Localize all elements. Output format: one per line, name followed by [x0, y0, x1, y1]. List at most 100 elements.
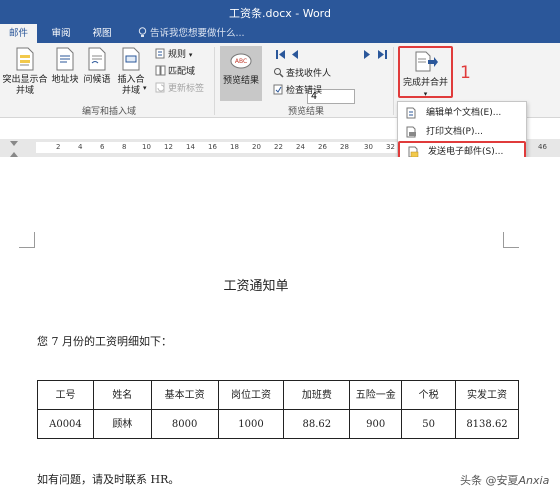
- salary-table: 工号 姓名 基本工资 岗位工资 加班费 五险一金 个税 实发工资 A0004 顾…: [37, 380, 519, 439]
- document-canvas[interactable]: [0, 157, 560, 499]
- ruler-tick: 10: [142, 143, 151, 151]
- search-icon: [274, 68, 284, 78]
- previous-record-icon[interactable]: [291, 49, 299, 61]
- menu-item-print-documents[interactable]: 打印文档(P)...: [398, 123, 526, 141]
- indent-marker-icon[interactable]: [10, 141, 18, 157]
- table-cell: 8000: [150, 409, 219, 439]
- finish-merge-menu: 编辑单个文档(E)... 打印文档(P)... 发送电子邮件(S)...: [397, 101, 527, 164]
- menu-item-label: 发送电子邮件(S)...: [428, 147, 504, 157]
- ruler-tick: 46: [538, 143, 547, 151]
- check-errors-button[interactable]: 检查错误: [273, 84, 322, 97]
- address-block-label: 地址块: [51, 75, 79, 85]
- rules-label: 规则: [168, 50, 187, 60]
- table-cell: 900: [349, 409, 403, 439]
- match-fields-icon: [155, 65, 166, 76]
- find-recipient-button[interactable]: 查找收件人: [273, 67, 331, 80]
- tell-me-placeholder: 告诉我您想要做什么...: [150, 28, 245, 39]
- ruler-tick: 12: [164, 143, 173, 151]
- tab-mailings[interactable]: 邮件: [0, 24, 37, 43]
- ribbon-tab-bar: 邮件 审阅 视图 告诉我您想要做什么...: [0, 24, 560, 43]
- highlight-merge-fields-button[interactable]: 突出显示合并域: [2, 47, 48, 97]
- page-margin-corner: [19, 232, 35, 248]
- table-header-cell: 个税: [401, 380, 456, 410]
- menu-item-label: 打印文档(P)...: [426, 127, 484, 137]
- group-separator: [214, 47, 215, 115]
- print-document-icon: [406, 126, 416, 138]
- table-row: A0004 顾林 8000 1000 88.62 900 50 8138.62: [37, 409, 519, 439]
- greeting-line-label: 问候语: [83, 75, 111, 85]
- finish-merge-button[interactable]: 完成并合并 ▾: [398, 46, 453, 98]
- document-footer: 如有问题，请及时联系 HR。: [37, 473, 180, 486]
- watermark-prefix: 头条 @安夏: [460, 474, 519, 487]
- update-labels-label: 更新标签: [168, 84, 205, 94]
- table-cell: A0004: [37, 409, 94, 439]
- document-intro: 您 7 月份的工资明细如下：: [37, 335, 172, 348]
- update-labels-button[interactable]: 更新标签: [155, 82, 204, 95]
- last-record-icon[interactable]: [377, 49, 387, 61]
- watermark-suffix: Anxia: [518, 474, 550, 487]
- table-cell: 8138.62: [455, 409, 519, 439]
- next-record-icon[interactable]: [363, 49, 371, 61]
- greeting-line-button[interactable]: 问候语: [82, 47, 112, 86]
- highlight-fields-icon: [16, 47, 34, 71]
- ruler-tick: 14: [186, 143, 195, 151]
- table-cell: 50: [401, 409, 456, 439]
- address-block-icon: [56, 47, 74, 71]
- match-fields-label: 匹配域: [168, 67, 196, 77]
- table-header-cell: 实发工资: [455, 380, 519, 410]
- ruler-tick: 4: [78, 143, 83, 151]
- highlight-merge-fields-label: 突出显示合并域: [2, 75, 48, 96]
- title-bar: 工资条.docx - Word: [0, 0, 560, 24]
- find-recipient-label: 查找收件人: [286, 69, 332, 79]
- page-margin-corner: [503, 232, 519, 248]
- ruler-tick: 16: [208, 143, 217, 151]
- check-errors-label: 检查错误: [286, 86, 323, 96]
- tab-review[interactable]: 审阅: [45, 24, 77, 43]
- table-header-cell: 基本工资: [150, 380, 219, 410]
- chevron-down-icon: ▾: [143, 84, 147, 92]
- table-cell: 88.62: [283, 409, 351, 439]
- tell-me-search[interactable]: 告诉我您想要做什么...: [138, 24, 245, 43]
- table-header-row: 工号 姓名 基本工资 岗位工资 加班费 五险一金 个税 实发工资: [37, 380, 519, 410]
- rules-icon: [155, 48, 165, 59]
- insert-merge-field-button[interactable]: 插入合并域 ▾: [115, 47, 147, 97]
- preview-results-button[interactable]: ABC 预览结果: [220, 46, 262, 101]
- document-title: 工资通知单: [223, 279, 289, 294]
- ruler-tick: 6: [100, 143, 105, 151]
- tab-view[interactable]: 视图: [86, 24, 118, 43]
- table-header-cell: 姓名: [92, 380, 152, 410]
- ruler-tick: 32: [386, 143, 395, 151]
- ruler-tick: 2: [56, 143, 61, 151]
- match-fields-button[interactable]: 匹配域: [155, 65, 195, 78]
- rules-button[interactable]: 规则 ▾: [155, 48, 192, 61]
- chevron-down-icon: ▾: [423, 90, 428, 98]
- check-errors-icon: [273, 84, 283, 95]
- group-separator: [393, 47, 394, 115]
- watermark: 头条 @安夏Anxia: [460, 472, 549, 488]
- table-header-cell: 五险一金: [349, 380, 403, 410]
- chevron-down-icon: ▾: [188, 51, 193, 59]
- menu-item-label: 编辑单个文档(E)...: [426, 108, 502, 118]
- menu-item-edit-documents[interactable]: 编辑单个文档(E)...: [398, 104, 526, 122]
- table-cell: 顾林: [92, 409, 152, 439]
- table-header-cell: 工号: [37, 380, 94, 410]
- greeting-line-icon: [88, 47, 106, 71]
- insert-merge-field-icon: [122, 47, 140, 71]
- window-title: 工资条.docx - Word: [228, 7, 331, 20]
- ruler-tick: 30: [364, 143, 373, 151]
- finish-merge-icon: [415, 51, 438, 72]
- address-block-button[interactable]: 地址块: [51, 47, 79, 86]
- preview-results-icon: ABC: [230, 53, 252, 69]
- group-label-write-insert: 编写和插入域: [82, 107, 137, 117]
- ruler-tick: 18: [230, 143, 239, 151]
- ruler-tick: 28: [340, 143, 349, 151]
- preview-results-label: 预览结果: [222, 76, 259, 86]
- ruler-tick: 24: [296, 143, 305, 151]
- update-labels-icon: [155, 82, 165, 93]
- ruler-tick: 8: [122, 143, 127, 151]
- first-record-icon[interactable]: [276, 49, 286, 61]
- table-header-cell: 岗位工资: [217, 380, 285, 410]
- table-cell: 1000: [217, 409, 285, 439]
- edit-document-icon: [406, 107, 416, 119]
- ruler-tick: 22: [274, 143, 283, 151]
